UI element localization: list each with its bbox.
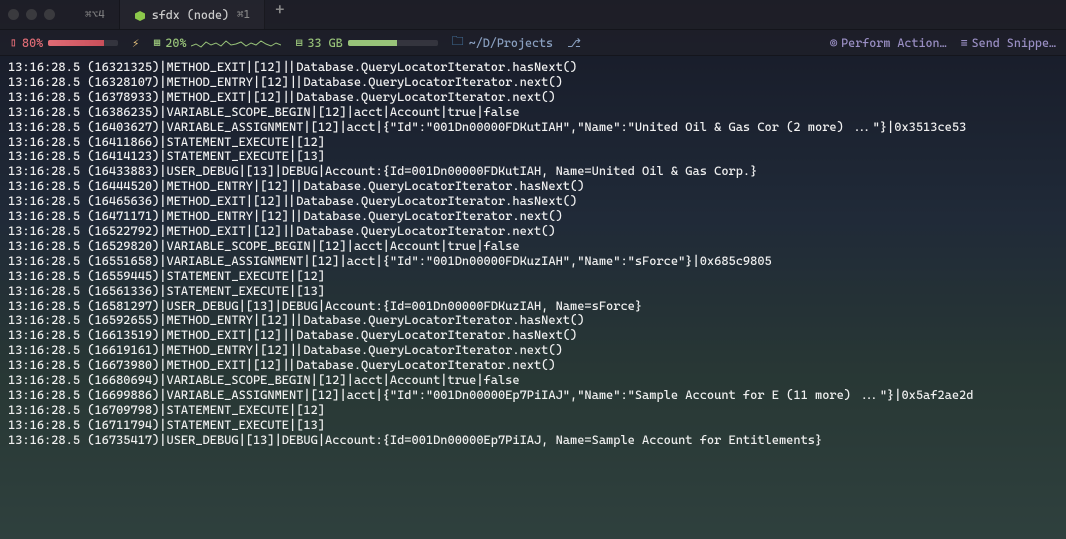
- send-snippet-label: Send Snippe…: [972, 36, 1056, 50]
- log-line: 13:16:28.5 (16328107)|METHOD_ENTRY|[12]|…: [8, 75, 1058, 90]
- cwd-path: ~/D/Projects: [469, 36, 553, 50]
- log-line: 13:16:28.5 (16581297)|USER_DEBUG|[13]|DE…: [8, 299, 1058, 314]
- ram-status: ▤ 33 GB: [295, 36, 437, 50]
- tab-bar: ⌘⌥4 sfdx (node) ⌘1 +: [71, 0, 295, 29]
- cpu-percent: 20%: [165, 36, 186, 50]
- log-line: 13:16:28.5 (16414123)|STATEMENT_EXECUTE|…: [8, 149, 1058, 164]
- log-line: 13:16:28.5 (16559445)|STATEMENT_EXECUTE|…: [8, 269, 1058, 284]
- cwd[interactable]: 🗀 ~/D/Projects: [452, 32, 553, 53]
- log-line: 13:16:28.5 (16592655)|METHOD_ENTRY|[12]|…: [8, 313, 1058, 328]
- tab-1[interactable]: ⌘⌥4: [71, 0, 120, 29]
- log-line: 13:16:28.5 (16699886)|VARIABLE_ASSIGNMEN…: [8, 388, 1058, 403]
- log-line: 13:16:28.5 (16673980)|METHOD_EXIT|[12]||…: [8, 358, 1058, 373]
- target-icon: ◎: [830, 36, 837, 50]
- node-icon: [134, 10, 144, 20]
- charging-icon: ⚡: [132, 36, 139, 50]
- log-line: 13:16:28.5 (16411866)|STATEMENT_EXECUTE|…: [8, 135, 1058, 150]
- tab-shortcut: ⌘⌥4: [85, 8, 105, 21]
- battery-icon: ▯: [10, 36, 17, 50]
- tab-shortcut-2: ⌘1: [237, 8, 250, 21]
- git-branch[interactable]: ⎇: [567, 36, 581, 50]
- log-line: 13:16:28.5 (16378933)|METHOD_EXIT|[12]||…: [8, 90, 1058, 105]
- close-window-button[interactable]: [8, 9, 19, 20]
- window-controls: [8, 9, 55, 20]
- log-line: 13:16:28.5 (16321325)|METHOD_EXIT|[12]||…: [8, 60, 1058, 75]
- log-line: 13:16:28.5 (16735417)|USER_DEBUG|[13]|DE…: [8, 433, 1058, 448]
- minimize-window-button[interactable]: [26, 9, 37, 20]
- ram-bar: [348, 40, 438, 46]
- cpu-sparkline: [191, 36, 281, 50]
- log-line: 13:16:28.5 (16386235)|VARIABLE_SCOPE_BEG…: [8, 105, 1058, 120]
- ram-icon: ▤: [295, 36, 302, 50]
- log-line: 13:16:28.5 (16561336)|STATEMENT_EXECUTE|…: [8, 284, 1058, 299]
- titlebar: ⌘⌥4 sfdx (node) ⌘1 +: [0, 0, 1066, 30]
- log-line: 13:16:28.5 (16711794)|STATEMENT_EXECUTE|…: [8, 418, 1058, 433]
- tab-title: sfdx (node): [152, 8, 229, 22]
- list-icon: ≡: [961, 36, 968, 50]
- log-line: 13:16:28.5 (16551658)|VARIABLE_ASSIGNMEN…: [8, 254, 1058, 269]
- zoom-window-button[interactable]: [44, 9, 55, 20]
- battery-bar: [48, 40, 118, 46]
- folder-icon: 🗀: [452, 32, 464, 53]
- tab-sfdx[interactable]: sfdx (node) ⌘1: [120, 0, 265, 29]
- log-line: 13:16:28.5 (16471171)|METHOD_ENTRY|[12]|…: [8, 209, 1058, 224]
- ram-value: 33 GB: [308, 36, 343, 50]
- log-line: 13:16:28.5 (16709798)|STATEMENT_EXECUTE|…: [8, 403, 1058, 418]
- branch-icon: ⎇: [567, 36, 581, 50]
- log-line: 13:16:28.5 (16619161)|METHOD_ENTRY|[12]|…: [8, 343, 1058, 358]
- log-line: 13:16:28.5 (16680694)|VARIABLE_SCOPE_BEG…: [8, 373, 1058, 388]
- send-snippet-button[interactable]: ≡ Send Snippe…: [961, 36, 1056, 50]
- statusbar: ▯ 80% ⚡ ▦ 20% ▤ 33 GB 🗀 ~/D/Projects ⎇ ◎…: [0, 30, 1066, 56]
- log-line: 13:16:28.5 (16433883)|USER_DEBUG|[13]|DE…: [8, 164, 1058, 179]
- cpu-icon: ▦: [153, 36, 160, 50]
- battery-status: ▯ 80%: [10, 36, 118, 50]
- cpu-status: ▦ 20%: [153, 36, 281, 50]
- log-line: 13:16:28.5 (16613519)|METHOD_EXIT|[12]||…: [8, 328, 1058, 343]
- perform-action-label: Perform Action…: [841, 36, 946, 50]
- log-line: 13:16:28.5 (16529820)|VARIABLE_SCOPE_BEG…: [8, 239, 1058, 254]
- battery-percent: 80%: [22, 36, 43, 50]
- log-line: 13:16:28.5 (16403627)|VARIABLE_ASSIGNMEN…: [8, 120, 1058, 135]
- log-line: 13:16:28.5 (16444520)|METHOD_ENTRY|[12]|…: [8, 179, 1058, 194]
- log-line: 13:16:28.5 (16522792)|METHOD_EXIT|[12]||…: [8, 224, 1058, 239]
- perform-action-button[interactable]: ◎ Perform Action…: [830, 36, 947, 50]
- new-tab-button[interactable]: +: [265, 0, 294, 29]
- log-line: 13:16:28.5 (16465636)|METHOD_EXIT|[12]||…: [8, 194, 1058, 209]
- terminal-output[interactable]: 13:16:28.5 (16321325)|METHOD_EXIT|[12]||…: [0, 56, 1066, 539]
